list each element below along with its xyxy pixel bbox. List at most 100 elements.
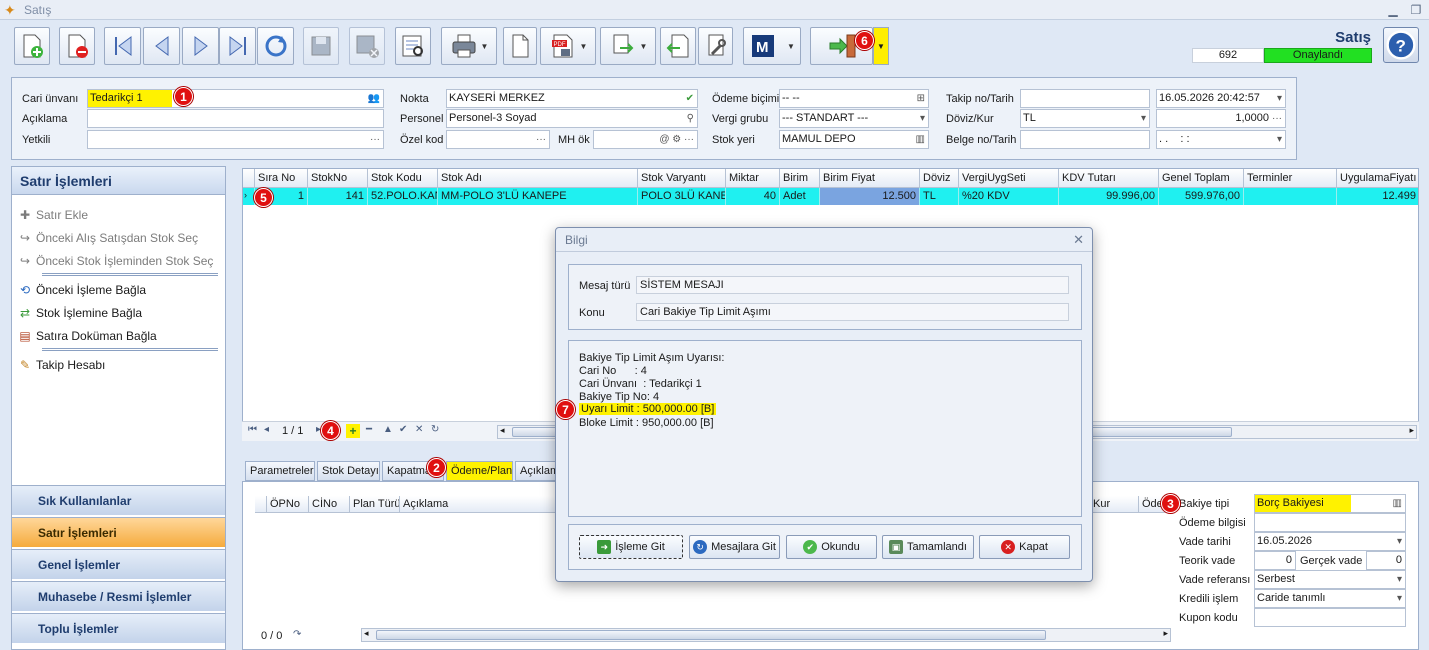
tab-aciklama[interactable]: Açıklama [515, 461, 557, 481]
payment-horizontal-scrollbar[interactable]: ◂ ▸ [361, 628, 1171, 642]
scroll-right-icon[interactable]: ▸ [1409, 425, 1414, 436]
onceki-alis-satis-item[interactable]: ↪ Önceki Alış Satışdan Stok Seç [18, 228, 198, 248]
prev-record-button[interactable] [143, 27, 180, 65]
mh-ok-field[interactable]: @ ⚙ ··· [593, 130, 698, 149]
table-cell[interactable]: 99.996,00 [1059, 188, 1159, 205]
column-header[interactable]: Genel Toplam [1159, 169, 1244, 188]
tab-stok-detayi[interactable]: Stok Detayı [317, 461, 380, 481]
stok-islemine-bagla-item[interactable]: ⇄ Stok İşlemine Bağla [18, 303, 142, 323]
first-record-button[interactable] [104, 27, 141, 65]
kredili-islem-select[interactable]: Caride tanımlı ▾ [1254, 589, 1406, 608]
table-cell[interactable]: 12.500 [820, 188, 920, 205]
last-record-button[interactable] [219, 27, 256, 65]
nav-satir-islemleri[interactable]: Satır İşlemleri [12, 517, 225, 547]
kapat-button[interactable]: ✕ Kapat [979, 535, 1070, 559]
at-icon[interactable]: @ ⚙ ··· [659, 131, 694, 148]
gercek-vade-field[interactable]: 0 [1366, 551, 1406, 570]
confirm-icon[interactable]: ✔ [399, 424, 407, 435]
teorik-vade-field[interactable]: 0 [1254, 551, 1296, 570]
odeme-bicimi-field[interactable]: -- -- ⊞ [779, 89, 929, 108]
column-header[interactable]: CİNo [309, 496, 350, 513]
table-cell[interactable]: 40 [726, 188, 780, 205]
save-cancel-button[interactable] [349, 27, 385, 65]
cari-unvani-field[interactable]: Tedarikçi 1 👥 [87, 89, 384, 108]
vade-tarihi-field[interactable]: 16.05.2026 ▾ [1254, 532, 1406, 551]
table-cell[interactable]: MM-POLO 3'LÜ KANEPE [438, 188, 638, 205]
column-header[interactable]: Terminler [1244, 169, 1337, 188]
exit-dropdown-button[interactable]: ▼ [873, 27, 889, 65]
next-record-button[interactable] [182, 27, 219, 65]
column-header[interactable]: Stok Varyantı [638, 169, 726, 188]
table-cell[interactable]: TL [920, 188, 959, 205]
table-cell[interactable]: 52.POLO.KANEPE [368, 188, 438, 205]
scroll-left-icon[interactable]: ◂ [364, 628, 369, 639]
column-header[interactable]: KDV Tutarı [1059, 169, 1159, 188]
scroll-right-icon[interactable]: ▸ [1163, 628, 1168, 639]
okundu-button[interactable]: ✔ Okundu [786, 535, 877, 559]
add-row-icon[interactable]: + [346, 424, 360, 438]
first-page-icon[interactable]: ⏮ [248, 424, 257, 435]
satir-ekle-item[interactable]: ✚ Satır Ekle [18, 205, 88, 225]
chevron-down-icon[interactable]: ▾ [920, 110, 925, 127]
aciklama-field[interactable] [87, 109, 384, 128]
takip-no-field[interactable] [1020, 89, 1150, 108]
yetkili-field[interactable]: ··· [87, 130, 384, 149]
cancel-icon[interactable]: ✕ [415, 424, 423, 435]
new-doc-button[interactable] [14, 27, 50, 65]
takip-tarih-field[interactable]: 16.05.2026 20:42:57 ▾ [1156, 89, 1286, 108]
column-header[interactable]: Stok Adı [438, 169, 638, 188]
doviz-select[interactable]: TL ▾ [1020, 109, 1150, 128]
ellipsis-icon[interactable]: ··· [1272, 110, 1282, 127]
chevron-down-icon[interactable]: ▾ [1397, 590, 1402, 607]
list-icon[interactable]: ▥ [1393, 495, 1402, 512]
table-cell[interactable]: Adet [780, 188, 820, 205]
preview-button[interactable] [395, 27, 431, 65]
minimize-icon[interactable]: ▁ [1382, 1, 1404, 19]
kupon-kodu-field[interactable] [1254, 608, 1406, 627]
vade-referansi-select[interactable]: Serbest ▾ [1254, 570, 1406, 589]
mesajlara-git-button[interactable]: ↻ Mesajlara Git [689, 535, 780, 559]
tools-button[interactable] [698, 27, 733, 65]
close-icon[interactable]: ✕ [1073, 232, 1084, 248]
print-button[interactable]: ▼ [441, 27, 497, 65]
table-cell[interactable]: %20 KDV [959, 188, 1059, 205]
bakiye-tipi-field[interactable]: Borç Bakiyesi ▥ [1254, 494, 1406, 513]
belge-tarih-field[interactable]: . . : : ▾ [1156, 130, 1286, 149]
tab-odeme-plan[interactable]: Ödeme/Plan [446, 461, 513, 481]
column-header[interactable]: Sıra No [255, 169, 308, 188]
m-button[interactable]: M ▼ [743, 27, 801, 65]
personel-field[interactable]: Personel-3 Soyad ⚲ [446, 109, 698, 128]
table-cell[interactable] [1244, 188, 1337, 205]
column-header[interactable]: Stok Kodu [368, 169, 438, 188]
table-cell[interactable]: 12.499 [1337, 188, 1418, 205]
calculator-icon[interactable]: ⊞ [917, 90, 925, 107]
list-icon[interactable]: ▥ [916, 131, 925, 148]
chevron-down-icon[interactable]: ▾ [1397, 571, 1402, 588]
column-header[interactable]: Kur [1090, 496, 1139, 513]
column-header[interactable]: StokNo [308, 169, 368, 188]
move-up-icon[interactable]: ▲ [383, 424, 393, 435]
nokta-field[interactable]: KAYSERİ MERKEZ ✔ [446, 89, 698, 108]
ellipsis-icon[interactable]: ··· [370, 131, 380, 148]
takip-hesabi-item[interactable]: ✎ Takip Hesabı [18, 355, 105, 375]
export-button[interactable]: ▼ [600, 27, 656, 65]
scroll-left-icon[interactable]: ◂ [500, 425, 505, 436]
vergi-grubu-select[interactable]: --- STANDART --- ▾ [779, 109, 929, 128]
ozel-kod-field[interactable]: ··· [446, 130, 550, 149]
check-icon[interactable]: ✔ [686, 90, 694, 107]
tab-parametreler[interactable]: Parametreler [245, 461, 315, 481]
help-button[interactable]: ? [1383, 27, 1419, 63]
chevron-down-icon[interactable]: ▾ [1397, 533, 1402, 550]
column-header[interactable]: Birim [780, 169, 820, 188]
onceki-isleme-bagla-item[interactable]: ⟲ Önceki İşleme Bağla [18, 280, 146, 300]
column-header[interactable]: Plan Türü [350, 496, 400, 513]
chevron-down-icon[interactable]: ▾ [1141, 110, 1146, 127]
table-cell[interactable]: POLO 3LÜ KANEPE [638, 188, 726, 205]
nav-toplu-islemler[interactable]: Toplu İşlemler [12, 613, 225, 643]
prev-page-icon[interactable]: ◂ [264, 424, 269, 435]
refresh-row-icon[interactable]: ↻ [431, 424, 439, 435]
onceki-stok-item[interactable]: ↪ Önceki Stok İşleminden Stok Seç [18, 251, 213, 271]
satira-dokuman-bagla-item[interactable]: ▤ Satıra Doküman Bağla [18, 326, 156, 346]
odeme-bilgisi-field[interactable] [1254, 513, 1406, 532]
column-header[interactable]: Birim Fiyat [820, 169, 920, 188]
